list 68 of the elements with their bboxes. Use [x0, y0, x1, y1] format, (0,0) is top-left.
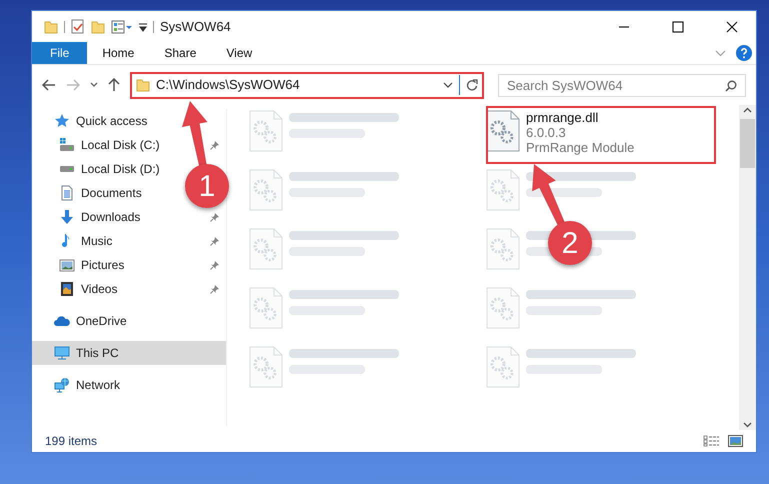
- monitor-icon: [54, 345, 70, 361]
- pin-icon[interactable]: [210, 284, 220, 294]
- file-item[interactable]: prmrange.dll 6.0.0.3 PrmRange Module: [486, 110, 634, 155]
- chevron-down-icon[interactable]: [90, 82, 98, 88]
- file-detail: 6.0.0.3: [526, 125, 567, 140]
- file-detail: PrmRange Module: [526, 140, 634, 155]
- drive-icon: [59, 137, 75, 153]
- gear-file-icon: [486, 287, 520, 329]
- layout-icon[interactable]: [111, 20, 133, 34]
- window-title: SysWOW64: [160, 18, 231, 36]
- gear-file-icon: [249, 287, 283, 329]
- pin-icon[interactable]: [210, 236, 220, 246]
- pin-icon[interactable]: [210, 260, 220, 270]
- sidebar-item[interactable]: Quick access: [32, 109, 150, 133]
- ribbon-tab[interactable]: File: [32, 42, 88, 64]
- network-icon: [54, 377, 70, 393]
- close-icon[interactable]: [726, 20, 738, 32]
- sidebar-item[interactable]: Network: [32, 373, 122, 397]
- maximize-icon[interactable]: [672, 20, 684, 32]
- search-icon: [725, 80, 737, 92]
- download-icon: [59, 209, 75, 225]
- ribbon-tab[interactable]: Home: [87, 42, 150, 64]
- dropdown-icon[interactable]: [139, 22, 147, 32]
- gear-file-icon: [249, 169, 283, 211]
- gear-file-icon: [486, 169, 520, 211]
- sidebar-item[interactable]: OneDrive: [32, 309, 129, 333]
- sidebar-item[interactable]: Local Disk (C:): [32, 133, 162, 157]
- star-icon: [54, 113, 70, 129]
- thumbnail-view-icon[interactable]: [728, 435, 743, 447]
- address-path: C:\Windows\SysWOW64: [156, 76, 301, 94]
- gear-file-icon: [486, 110, 520, 152]
- chevron-down-icon[interactable]: [443, 82, 453, 88]
- gear-file-icon: [249, 110, 283, 152]
- details-view-icon[interactable]: [703, 435, 720, 447]
- film-icon: [59, 281, 75, 297]
- music-note-icon: [62, 233, 72, 249]
- drive-icon: [59, 165, 75, 173]
- ribbon-tab[interactable]: View: [211, 42, 268, 64]
- item-count: 199 items: [45, 433, 98, 450]
- document-icon: [59, 185, 75, 201]
- sidebar-item[interactable]: Videos: [32, 277, 120, 301]
- sidebar-item[interactable]: This PC: [32, 341, 226, 365]
- pin-icon[interactable]: [210, 140, 220, 150]
- ribbon-tab[interactable]: Share: [149, 42, 212, 64]
- address-bar[interactable]: C:\Windows\SysWOW64: [130, 72, 484, 98]
- scroll-up-icon[interactable]: [743, 107, 752, 113]
- sidebar-item[interactable]: Music: [32, 229, 114, 253]
- search-field[interactable]: Search SysWOW64: [498, 74, 746, 96]
- up-icon[interactable]: [108, 78, 120, 92]
- scroll-thumb[interactable]: [740, 119, 755, 168]
- help-icon[interactable]: [736, 45, 752, 61]
- file-name: prmrange.dll: [526, 110, 600, 125]
- gear-file-icon: [486, 346, 520, 388]
- gear-file-icon: [486, 228, 520, 270]
- picture-icon: [59, 257, 75, 273]
- gear-file-icon: [249, 346, 283, 388]
- gear-file-icon: [249, 228, 283, 270]
- folder-icon: [136, 78, 150, 92]
- scroll-down-icon[interactable]: [743, 422, 752, 428]
- scrollbar[interactable]: [739, 105, 756, 430]
- refresh-icon[interactable]: [466, 79, 478, 91]
- sidebar-item[interactable]: Downloads: [32, 205, 142, 229]
- pin-icon[interactable]: [210, 212, 220, 222]
- back-icon[interactable]: [42, 79, 56, 91]
- sidebar-item[interactable]: Documents: [32, 181, 144, 205]
- sidebar-item[interactable]: Pictures: [32, 253, 126, 277]
- sidebar-item[interactable]: Local Disk (D:): [32, 157, 162, 181]
- properties-icon[interactable]: [71, 19, 85, 34]
